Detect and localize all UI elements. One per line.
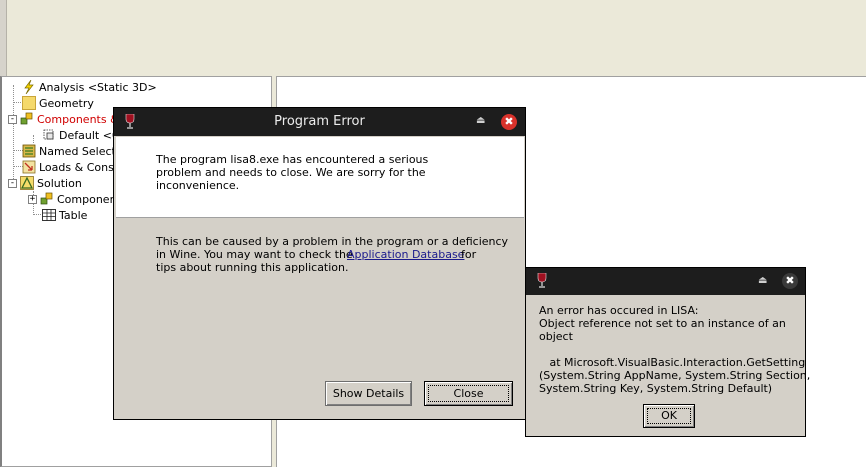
tree-item-label: Components & (37, 112, 119, 126)
dialog-title: Program Error (274, 114, 365, 129)
named-selection-icon (22, 144, 36, 158)
tree-item-label: Analysis <Static 3D> (39, 80, 157, 94)
tree-item-loads[interactable]: Loads & Constr (22, 159, 123, 175)
tree-item-named-selections[interactable]: Named Selectio (22, 143, 126, 159)
solution-icon (20, 176, 34, 190)
tree-item-label: Geometry (39, 96, 94, 110)
tree-item-label: Solution (37, 176, 82, 190)
show-details-button[interactable]: Show Details (325, 381, 412, 406)
lisa-error-message: An error has occured in LISA: Object ref… (539, 304, 811, 395)
tree-connector (33, 135, 34, 143)
dialog-titlebar[interactable]: Program Error ⏏ ✖ (114, 108, 525, 136)
lisa-error-dialog: ⏏ ✖ An error has occured in LISA: Object… (525, 267, 810, 437)
tree-item-component[interactable]: + Component (28, 191, 121, 207)
collapse-toggle[interactable]: - (8, 114, 17, 124)
expand-toggle[interactable]: + (28, 194, 37, 204)
info-line-3: tips about running this application. (156, 261, 349, 274)
application-database-link[interactable]: Application Database (347, 248, 464, 261)
window-edge (0, 0, 7, 76)
tree-connector (13, 85, 14, 183)
info-line-2b: for (461, 248, 477, 261)
shade-icon[interactable]: ⏏ (476, 115, 485, 126)
shade-icon[interactable]: ⏏ (758, 275, 767, 286)
collapse-toggle[interactable]: - (8, 178, 17, 188)
loads-icon (22, 160, 36, 174)
tree-item-label: Component (57, 192, 121, 206)
tree-item-analysis[interactable]: Analysis <Static 3D> (22, 79, 157, 95)
tree-item-label: Default <0 (59, 128, 119, 142)
tree-item-label: Loads & Constr (39, 160, 123, 174)
ok-button[interactable]: OK (643, 404, 695, 428)
error-message: The program lisa8.exe has encountered a … (156, 153, 429, 192)
info-line-2a: in Wine. You may want to check the (156, 248, 353, 261)
tree-item-solution[interactable]: - Solution (8, 175, 82, 191)
tree-item-components[interactable]: - Components & (8, 111, 119, 127)
tree-item-default[interactable]: Default <0 (42, 127, 119, 143)
components-icon (20, 112, 34, 126)
tree-item-geometry[interactable]: Geometry (22, 95, 94, 111)
close-icon[interactable]: ✖ (782, 273, 798, 289)
lightning-icon (22, 79, 36, 95)
dialog-titlebar[interactable]: ⏏ ✖ (526, 268, 805, 295)
tree-item-table[interactable]: Table (42, 207, 87, 223)
tree-item-label: Table (59, 208, 88, 222)
close-icon[interactable]: ✖ (501, 114, 517, 130)
component-part-icon (42, 128, 56, 142)
components-icon (40, 192, 54, 206)
table-icon (42, 208, 56, 222)
folder-icon (22, 96, 36, 110)
close-button[interactable]: Close (424, 381, 513, 406)
program-error-dialog: Program Error ⏏ ✖ The program lisa8.exe … (113, 107, 526, 420)
toolbar-area (7, 0, 866, 76)
info-line-1: This can be caused by a problem in the p… (156, 235, 509, 248)
wine-icon (537, 272, 547, 289)
